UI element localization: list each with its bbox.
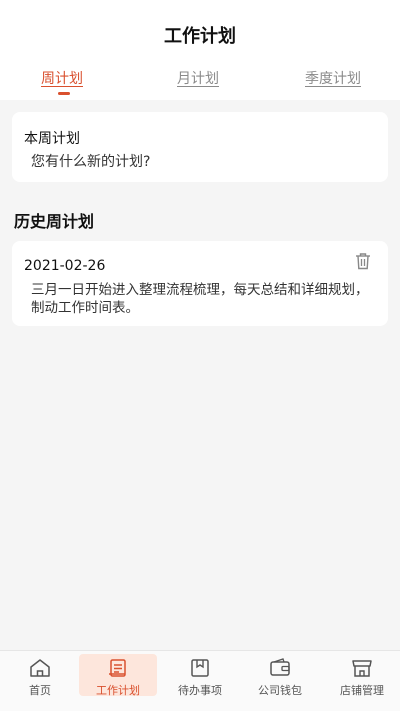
trash-icon [356,253,370,270]
history-plan-card[interactable]: 2021-02-26 三月一日开始进入整理流程梳理，每天总结和详细规划，制动工作… [12,241,388,326]
plan-content: 三月一日开始进入整理流程梳理，每天总结和详细规划，制动工作时间表。 [31,282,369,316]
tab-monthly-plan[interactable]: 月计划 [177,68,219,88]
new-plan-input[interactable]: 您有什么新的计划? [31,151,150,171]
app-root: 工作计划 周计划 月计划 季度计划 本周计划 您有什么新的计划? 历史周计划 2… [0,0,400,711]
tab-quarterly-plan[interactable]: 季度计划 [305,68,361,88]
this-week-plan-card[interactable]: 本周计划 您有什么新的计划? [12,112,388,182]
nav-item-work-plan[interactable]: 工作计划 [78,651,158,711]
home-icon [30,659,50,677]
todo-icon [191,659,209,677]
active-tab-indicator [58,92,70,95]
nav-label-work-plan: 工作计划 [96,684,140,697]
nav-item-todo[interactable]: 待办事项 [160,651,240,711]
this-week-plan-label: 本周计划 [24,131,80,147]
plan-icon [109,659,126,677]
nav-item-wallet[interactable]: 公司钱包 [240,651,320,711]
wallet-icon [270,658,290,676]
nav-item-store[interactable]: 店铺管理 [322,651,400,711]
page-title: 工作计划 [164,26,236,47]
history-section-title: 历史周计划 [14,212,95,231]
store-icon [352,660,372,677]
nav-label-todo: 待办事项 [178,684,222,697]
delete-button[interactable] [355,252,371,270]
header: 工作计划 周计划 月计划 季度计划 [0,0,400,100]
plan-date: 2021-02-26 [24,258,106,274]
bottom-nav: 首页 工作计划 待办事项 公司钱包 店铺管理 [0,650,400,711]
nav-label-store: 店铺管理 [340,684,384,697]
plan-tabs: 周计划 月计划 季度计划 [0,64,400,100]
nav-label-wallet: 公司钱包 [258,684,302,697]
tab-weekly-plan[interactable]: 周计划 [41,68,83,88]
nav-label-home: 首页 [29,684,51,697]
nav-item-home[interactable]: 首页 [0,651,80,711]
